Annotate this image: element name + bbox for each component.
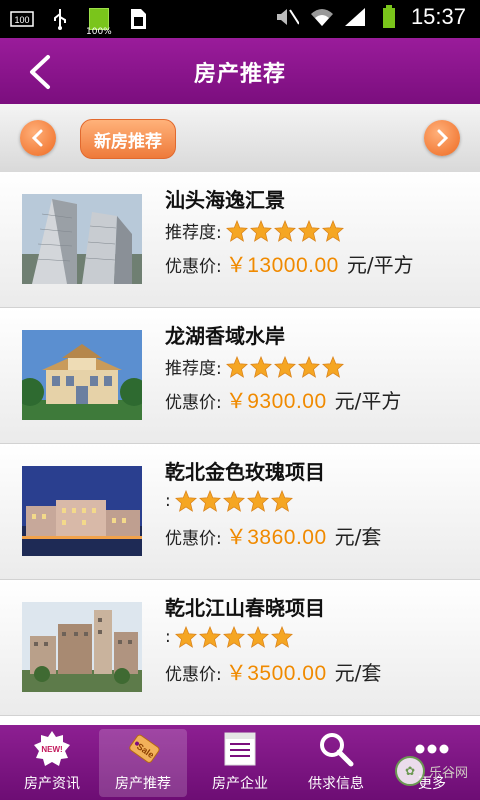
price-row: 优惠价: ￥9300.00 元/平方 [165,385,401,415]
price-row: 优惠价: ￥3860.00 元/套 [165,521,381,551]
leaf-icon: ✿ [394,756,425,786]
star-icon [174,490,197,512]
mute-icon [275,5,299,29]
star-icon [198,626,221,648]
price-label: 优惠价: [165,529,222,549]
star-icon [297,219,320,242]
document-icon [220,729,260,769]
property-photo [22,194,142,284]
star-icon [174,626,197,648]
list-item[interactable]: 汕头海逸汇景 推荐度: 优惠价: ￥13000.00 元/平方 [0,172,480,308]
new-badge-icon: NEW! [32,729,72,769]
tab-label: 供求信息 [308,776,364,792]
rating-label: 推荐度: [165,359,222,379]
price-value: ￥9300.00 [225,390,327,413]
usb-icon [48,7,72,31]
price-unit: 元/套 [334,661,382,685]
star-rating [174,490,293,512]
star-icon [246,626,269,648]
price-value: ￥3860.00 [225,526,327,549]
watermark-logo: ✿ 乐谷网 [394,756,468,786]
property-photo [22,466,142,556]
rating-label: 推荐度: [165,223,222,243]
property-name: 乾北江山春晓项目 [165,596,325,620]
chevron-right-icon [437,129,449,147]
price-row: 优惠价: ￥13000.00 元/平方 [165,249,414,279]
star-icon [225,355,248,378]
star-rating [225,219,344,242]
star-icon [222,490,245,512]
star-icon [225,219,248,242]
category-prev-button[interactable] [20,120,56,156]
status-bar: 100 100% 15:37 [0,0,480,38]
list-item[interactable]: 乾北金色玫瑰项目 : 优惠价: ￥3860.00 元/套 [0,444,480,580]
battery-icon [377,5,401,29]
property-photo [22,602,142,692]
tab-label: 房产资讯 [24,776,80,792]
tab-news[interactable]: NEW! 房产资讯 [8,729,96,797]
star-icon [321,219,344,242]
rating-row: 推荐度: [165,354,344,379]
wifi-icon [309,5,333,29]
star-icon [198,490,221,512]
star-icon [270,490,293,512]
clock: 15:37 [410,4,466,29]
chevron-left-icon [31,129,43,147]
sale-tag-icon: Sale [123,729,163,769]
star-icon [249,355,272,378]
tab-label: 房产推荐 [115,776,171,792]
star-rating [225,355,344,378]
notification-100-icon: 100 [10,7,34,31]
price-label: 优惠价: [165,665,222,685]
price-unit: 元/平方 [334,389,402,413]
signal-icon [343,5,367,29]
property-list: 汕头海逸汇景 推荐度: 优惠价: ￥13000.00 元/平方 龙湖香域水岸 推… [0,172,480,716]
price-value: ￥13000.00 [225,254,339,277]
svg-text:100: 100 [14,15,29,25]
category-next-button[interactable] [424,120,460,156]
header-bar: 房产推荐 [0,38,480,104]
price-unit: 元/平方 [346,253,414,277]
rating-label: : [165,491,171,511]
property-name: 乾北金色玫瑰项目 [165,460,325,484]
svg-text:NEW!: NEW! [41,745,62,754]
property-photo [22,330,142,420]
star-icon [249,219,272,242]
rating-row: : [165,626,293,648]
rating-row: : [165,490,293,512]
star-icon [273,219,296,242]
watermark-text: 乐谷网 [428,765,468,781]
price-unit: 元/套 [334,525,382,549]
price-label: 优惠价: [165,257,222,277]
property-name: 汕头海逸汇景 [165,188,285,212]
list-item[interactable]: 乾北江山春晓项目 : 优惠价: ￥3500.00 元/套 [0,580,480,716]
star-icon [321,355,344,378]
star-icon [270,626,293,648]
sim-icon [126,7,150,31]
star-rating [174,626,293,648]
rating-row: 推荐度: [165,218,344,243]
search-icon [316,729,356,769]
list-item[interactable]: 龙湖香域水岸 推荐度: 优惠价: ￥9300.00 元/平方 [0,308,480,444]
category-bar: 新房推荐 [0,104,480,172]
page-title: 房产推荐 [193,62,286,87]
price-row: 优惠价: ￥3500.00 元/套 [165,657,381,687]
tab-recommend[interactable]: Sale 房产推荐 [99,729,187,797]
property-name: 龙湖香域水岸 [165,324,285,348]
battery-full-icon: 100% [86,6,112,37]
star-icon [246,490,269,512]
price-value: ￥3500.00 [225,662,327,685]
star-icon [297,355,320,378]
star-icon [273,355,296,378]
price-label: 优惠价: [165,393,222,413]
star-icon [222,626,245,648]
tab-new-house[interactable]: 新房推荐 [80,119,176,159]
tab-label: 房产企业 [212,776,268,792]
tab-enterprise[interactable]: 房产企业 [196,729,284,797]
tab-supply-demand[interactable]: 供求信息 [292,729,380,797]
rating-label: : [165,627,171,647]
